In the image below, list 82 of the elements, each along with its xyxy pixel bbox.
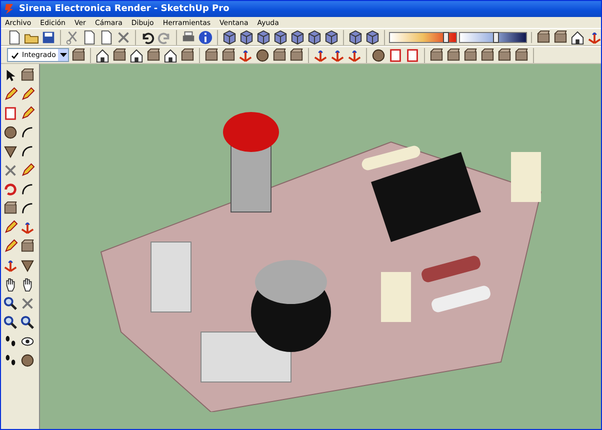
- axes-icon[interactable]: [20, 220, 35, 235]
- magnifier-icon[interactable]: [3, 315, 18, 330]
- box-icon[interactable]: [272, 48, 287, 62]
- cross-icon[interactable]: [3, 163, 18, 178]
- printer-icon[interactable]: [181, 30, 196, 44]
- cube-icon[interactable]: [307, 30, 322, 44]
- box-icon[interactable]: [3, 201, 18, 216]
- arc-icon[interactable]: [20, 182, 35, 197]
- box-icon[interactable]: [553, 30, 568, 44]
- house-icon[interactable]: [570, 30, 585, 44]
- pencil-icon[interactable]: [3, 239, 18, 254]
- axes-icon[interactable]: [313, 48, 328, 62]
- pencil-icon[interactable]: [20, 106, 35, 121]
- house-icon[interactable]: [129, 48, 144, 62]
- axes-icon[interactable]: [587, 30, 601, 44]
- footprints-icon[interactable]: [3, 353, 18, 368]
- box-icon[interactable]: [536, 30, 551, 44]
- axes-icon[interactable]: [238, 48, 253, 62]
- box-icon[interactable]: [514, 48, 529, 62]
- app-logo-icon: [4, 3, 15, 15]
- save-icon[interactable]: [41, 30, 56, 44]
- rotate-icon[interactable]: [3, 182, 18, 197]
- 3d-viewport[interactable]: [40, 64, 601, 429]
- box-icon[interactable]: [71, 48, 86, 62]
- pencil-icon[interactable]: [3, 87, 18, 102]
- cross-icon[interactable]: [20, 296, 35, 311]
- box-icon[interactable]: [463, 48, 478, 62]
- box-icon[interactable]: [221, 48, 236, 62]
- square-icon[interactable]: [405, 48, 420, 62]
- cross-icon[interactable]: [116, 30, 131, 44]
- box-icon[interactable]: [446, 48, 461, 62]
- slider-thumb[interactable]: [443, 32, 450, 42]
- document-icon[interactable]: [82, 30, 97, 44]
- slider-thumb[interactable]: [493, 32, 500, 42]
- cube-icon[interactable]: [348, 30, 363, 44]
- cube-icon[interactable]: [365, 30, 380, 44]
- axes-icon[interactable]: [3, 258, 18, 273]
- circle-icon[interactable]: [255, 48, 270, 62]
- pencil-icon[interactable]: [3, 220, 18, 235]
- cube-icon[interactable]: [273, 30, 288, 44]
- magnifier-icon[interactable]: [3, 296, 18, 311]
- document-icon[interactable]: [99, 30, 114, 44]
- window-title: Sirena Electronica Render - SketchUp Pro: [19, 4, 230, 14]
- checkmark-icon: [11, 52, 19, 58]
- info-icon[interactable]: [198, 30, 213, 44]
- box-icon[interactable]: [497, 48, 512, 62]
- box-icon[interactable]: [180, 48, 195, 62]
- box-icon[interactable]: [289, 48, 304, 62]
- date-slider[interactable]: [459, 32, 527, 42]
- box-icon[interactable]: [112, 48, 127, 62]
- square-icon[interactable]: [3, 106, 18, 121]
- cube-icon[interactable]: [239, 30, 254, 44]
- time-slider[interactable]: [389, 32, 457, 42]
- pencil-icon[interactable]: [20, 163, 35, 178]
- document-icon[interactable]: [7, 30, 22, 44]
- cube-icon[interactable]: [256, 30, 271, 44]
- arc-icon[interactable]: [20, 144, 35, 159]
- house-icon[interactable]: [95, 48, 110, 62]
- box-icon[interactable]: [480, 48, 495, 62]
- cube-icon[interactable]: [324, 30, 339, 44]
- box-icon[interactable]: [146, 48, 161, 62]
- axes-icon[interactable]: [347, 48, 362, 62]
- cube-icon[interactable]: [222, 30, 237, 44]
- box-icon[interactable]: [20, 68, 35, 83]
- arc-icon[interactable]: [20, 125, 35, 140]
- circle-icon[interactable]: [20, 353, 35, 368]
- triangle-icon[interactable]: [20, 258, 35, 273]
- caret-icon: [60, 53, 66, 57]
- axes-icon[interactable]: [330, 48, 345, 62]
- circle-icon[interactable]: [371, 48, 386, 62]
- square-icon[interactable]: [388, 48, 403, 62]
- arc-icon[interactable]: [20, 201, 35, 216]
- triangle-icon[interactable]: [3, 144, 18, 159]
- pencil-icon[interactable]: [20, 87, 35, 102]
- circle-icon[interactable]: [3, 125, 18, 140]
- box-icon[interactable]: [204, 48, 219, 62]
- magnifier-icon[interactable]: [20, 315, 35, 330]
- house-icon[interactable]: [163, 48, 178, 62]
- box-icon[interactable]: [20, 239, 35, 254]
- footprints-icon[interactable]: [3, 334, 18, 349]
- box-icon[interactable]: [429, 48, 444, 62]
- cube-icon[interactable]: [290, 30, 305, 44]
